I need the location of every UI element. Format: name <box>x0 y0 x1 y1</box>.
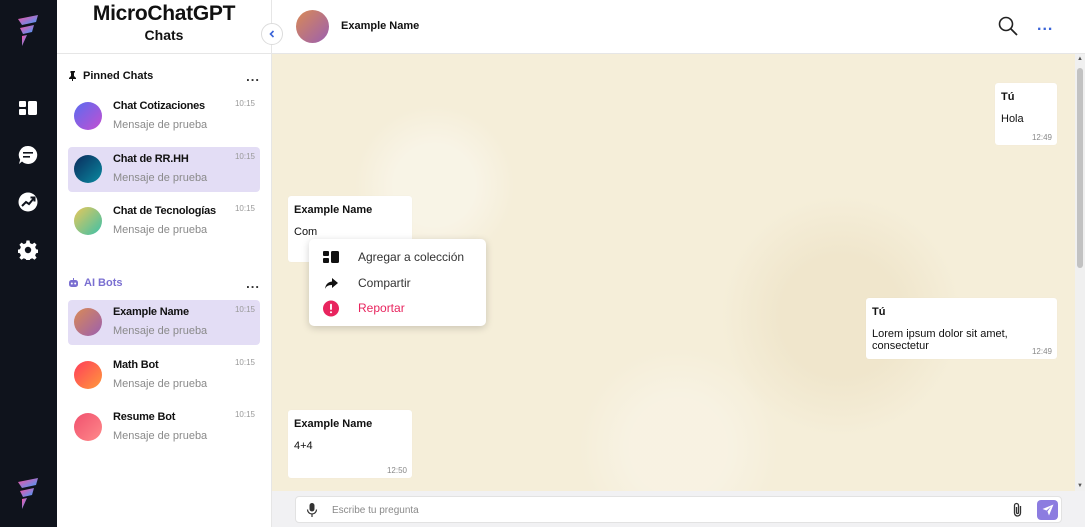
chat-icon[interactable] <box>17 144 39 166</box>
bot-item-example[interactable]: Example Name Mensaje de prueba 10:15 <box>68 300 260 345</box>
chat-item-name: Math Bot <box>113 359 159 371</box>
scroll-thumb[interactable] <box>1077 68 1083 268</box>
message-text: Com <box>294 226 318 238</box>
message-list[interactable]: Tú Hola 12:49 Example Name Com Tú Lorem … <box>272 54 1085 491</box>
app-title: MicroChatGPT <box>92 2 236 25</box>
message-time: 12:49 <box>1031 347 1052 356</box>
question-input[interactable] <box>332 501 982 519</box>
paperclip-icon[interactable] <box>1011 502 1025 518</box>
message-bubble-outgoing: Tú Lorem ipsum dolor sit amet, consectet… <box>866 298 1057 359</box>
chat-item-message: Mensaje de prueba <box>113 378 208 390</box>
menu-item-label: Agregar a colección <box>358 250 465 264</box>
chat-item-message: Mensaje de prueba <box>113 172 208 184</box>
bot-item-math[interactable]: Math Bot Mensaje de prueba 10:15 <box>68 353 260 398</box>
message-time: 12:49 <box>1031 133 1052 142</box>
scroll-up-arrow[interactable]: ▲ <box>1077 56 1083 62</box>
dashboard-icon[interactable] <box>17 97 39 119</box>
avatar <box>74 155 102 183</box>
message-time: 12:50 <box>386 466 407 475</box>
chat-sidebar: MicroChatGPT Chats Pinned Chats ... Chat… <box>57 0 283 527</box>
pin-icon <box>69 71 76 81</box>
menu-item-share[interactable]: Compartir <box>323 274 411 292</box>
pinned-section-header: Pinned Chats ... <box>68 67 260 85</box>
message-author: Example Name <box>294 204 373 216</box>
message-text: Lorem ipsum dolor sit amet, consectetur <box>872 328 1008 352</box>
chat-item-message: Mensaje de prueba <box>113 430 208 442</box>
collection-icon <box>323 249 339 265</box>
chat-item-time: 10:15 <box>234 152 255 161</box>
chat-header: Example Name ... <box>272 0 1085 54</box>
composer-bar <box>272 491 1085 527</box>
chat-item-name: Chat de RR.HH <box>113 153 189 165</box>
logo-icon[interactable] <box>14 13 42 47</box>
avatar <box>74 361 102 389</box>
composer-box <box>295 496 1062 523</box>
message-text: 4+4 <box>294 440 313 452</box>
bot-icon <box>69 278 78 287</box>
menu-item-report[interactable]: Reportar <box>323 299 405 317</box>
avatar <box>74 308 102 336</box>
chat-item-name: Chat de Tecnologías <box>113 205 216 217</box>
send-button[interactable] <box>1037 500 1058 520</box>
send-icon <box>1042 504 1053 516</box>
avatar <box>74 413 102 441</box>
chat-item-name: Example Name <box>113 306 189 318</box>
bot-item-resume[interactable]: Resume Bot Mensaje de prueba 10:15 <box>68 405 260 450</box>
message-text: Hola <box>1001 113 1024 125</box>
sidebar-header: MicroChatGPT Chats <box>57 0 283 54</box>
chat-item-time: 10:15 <box>234 410 255 419</box>
bots-section-title: AI Bots <box>84 277 123 289</box>
nav-rail <box>0 0 57 527</box>
chat-scrollbar[interactable]: ▲ ▼ <box>1075 54 1085 491</box>
menu-item-label: Reportar <box>358 301 405 315</box>
chat-item-message: Mensaje de prueba <box>113 224 208 236</box>
chat-item-message: Mensaje de prueba <box>113 119 208 131</box>
message-bubble-outgoing: Tú Hola 12:49 <box>995 83 1057 145</box>
message-bubble-incoming: Example Name 4+4 12:50 <box>288 410 412 478</box>
app-subtitle: Chats <box>144 27 184 43</box>
menu-item-add-to-collection[interactable]: Agregar a colección <box>323 248 464 266</box>
collapse-sidebar-button[interactable] <box>261 23 283 45</box>
share-icon <box>323 275 339 291</box>
message-author: Tú <box>1001 91 1015 103</box>
avatar <box>74 207 102 235</box>
pinned-more-button[interactable]: ... <box>246 69 260 84</box>
pinned-section-title: Pinned Chats <box>83 70 154 82</box>
chat-header-name: Example Name <box>341 20 420 32</box>
chat-item-tecnologias[interactable]: Chat de Tecnologías Mensaje de prueba 10… <box>68 199 260 244</box>
chat-item-name: Chat Cotizaciones <box>113 100 205 112</box>
chat-item-time: 10:15 <box>234 99 255 108</box>
logo-icon[interactable] <box>14 476 42 510</box>
chat-item-time: 10:15 <box>234 305 255 314</box>
bots-section-header: AI Bots ... <box>68 274 260 292</box>
search-icon[interactable] <box>998 16 1018 36</box>
chat-item-rrhh[interactable]: Chat de RR.HH Mensaje de prueba 10:15 <box>68 147 260 192</box>
chat-item-time: 10:15 <box>234 204 255 213</box>
microphone-icon[interactable] <box>306 503 318 517</box>
scroll-down-arrow[interactable]: ▼ <box>1077 483 1083 489</box>
chat-item-name: Resume Bot <box>113 411 176 423</box>
avatar[interactable] <box>296 10 329 43</box>
menu-item-label: Compartir <box>358 276 411 290</box>
gear-icon[interactable] <box>17 239 39 261</box>
report-icon <box>323 300 339 316</box>
bots-more-button[interactable]: ... <box>246 276 260 291</box>
trending-icon[interactable] <box>17 191 39 213</box>
chat-item-time: 10:15 <box>234 358 255 367</box>
more-options-button[interactable]: ... <box>1037 17 1053 35</box>
message-author: Tú <box>872 306 886 318</box>
message-context-menu: Agregar a colección Compartir Reportar <box>309 239 486 326</box>
chat-item-message: Mensaje de prueba <box>113 325 208 337</box>
chat-item-cotizaciones[interactable]: Chat Cotizaciones Mensaje de prueba 10:1… <box>68 94 260 139</box>
chevron-left-icon <box>269 30 275 38</box>
chat-main: Example Name ... Tú Hola 12:49 Example N… <box>272 0 1085 527</box>
avatar <box>74 102 102 130</box>
message-author: Example Name <box>294 418 373 430</box>
